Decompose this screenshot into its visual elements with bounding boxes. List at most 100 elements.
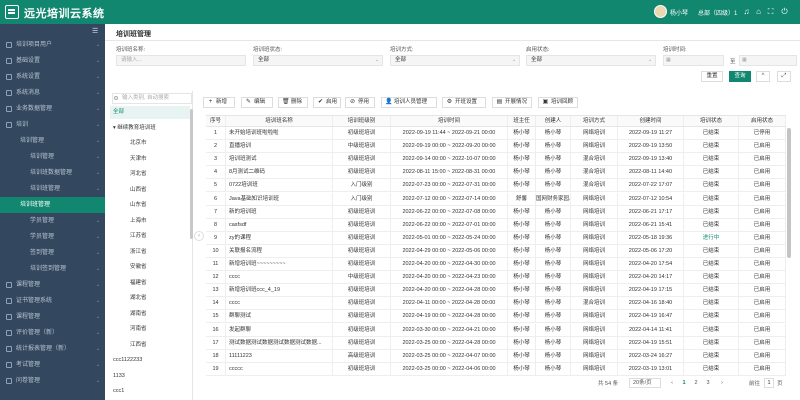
column-header[interactable]: 培训时间 <box>391 116 508 126</box>
table-row[interactable]: 9 zy的课程 初级班培训 2022-05-01 00:00 ~ 2022-05-24… <box>206 231 786 245</box>
toolbar-button[interactable]: 👤 培训人员管理 <box>381 97 437 108</box>
sidebar-item[interactable]: 培训项目用户 ⌄ <box>0 37 105 53</box>
goto-page-input[interactable]: 1 <box>764 378 774 388</box>
page-size-select[interactable]: 20条/页 <box>629 378 661 388</box>
tree-node[interactable]: 湖北省 <box>130 292 147 305</box>
training-mode-select[interactable]: 全部 <box>390 55 520 66</box>
sidebar-item[interactable]: 统计报表管理（新） ⌄ <box>0 341 105 357</box>
tree-node[interactable]: 全部 <box>110 106 190 119</box>
collapse-filter-button[interactable]: ^ <box>756 71 770 82</box>
start-date-input[interactable] <box>663 55 724 66</box>
toolbar-button[interactable]: ▤ 开展情况 <box>492 97 532 108</box>
toolbar-button[interactable]: ⚙ 开班设置 <box>442 97 486 108</box>
collapse-tree-button[interactable]: ‹ <box>194 231 204 241</box>
class-status-select[interactable]: 全部 <box>253 55 383 66</box>
sidebar-item[interactable]: 基础设置 ⌄ <box>0 53 105 69</box>
toolbar-button[interactable]: ✔ 启用 <box>313 97 341 108</box>
prev-page-button[interactable]: ‹ <box>667 379 677 388</box>
table-row[interactable]: 2 直播培训 中级班培训 2022-09-19 00:00 ~ 2022-09-20 … <box>206 140 786 154</box>
table-row[interactable]: 12 cccc 中级班培训 2022-04-20 00:00 ~ 2022-04-23… <box>206 271 786 285</box>
column-header[interactable]: 启用状态 <box>739 116 786 126</box>
tree-search-input[interactable]: 输入类别, 自动搜索 <box>112 93 192 104</box>
sidebar-item[interactable]: 系统设置 ⌄ <box>0 69 105 85</box>
tree-node[interactable]: 山东省 <box>130 199 147 212</box>
table-row[interactable]: 19 ccccc 初级班培训 2022-03-25 00:00 ~ 2022-04-0… <box>206 362 786 376</box>
sidebar-item[interactable]: 培训管理 ⌄ <box>0 149 105 165</box>
table-row[interactable]: 14 cccc 初级班培训 2022-04-11 00:00 ~ 2022-04-28… <box>206 297 786 311</box>
search-button[interactable]: 查询 <box>729 71 751 82</box>
tree-node[interactable]: ccc1122233 <box>113 354 142 367</box>
enable-status-select[interactable]: 全部 <box>526 55 656 66</box>
bell-icon[interactable]: ♫ <box>742 7 751 16</box>
sidebar-item[interactable]: 考试管理 ⌄ <box>0 357 105 373</box>
home-icon[interactable]: ⌂ <box>754 7 763 16</box>
tree-node[interactable]: 江西省 <box>130 339 147 352</box>
tree-node[interactable]: ▾ 继续教育培训班 <box>113 122 156 135</box>
toolbar-button[interactable]: 🗑 删除 <box>278 97 308 108</box>
tree-node[interactable]: 上海市 <box>130 215 147 228</box>
table-scrollbar[interactable] <box>787 128 791 258</box>
tree-node[interactable]: 河北省 <box>130 168 147 181</box>
tree-node[interactable]: 河南省 <box>130 323 147 336</box>
table-row[interactable]: 18 11111223 高级班培训 2022-03-25 00:00 ~ 2022-0… <box>206 349 786 363</box>
tree-node[interactable]: 安徽省 <box>130 261 147 274</box>
column-header[interactable]: 培训班级别 <box>333 116 391 126</box>
sidebar-item[interactable]: 证书管理系统 ⌄ <box>0 293 105 309</box>
sidebar-item[interactable]: 培训班数据管理 ⌄ <box>0 165 105 181</box>
sidebar-item[interactable]: 签到管理 ⌄ <box>0 245 105 261</box>
toolbar-button[interactable]: ▣ 培训回顾 <box>538 97 578 108</box>
tree-node[interactable]: 湖南省 <box>130 308 147 321</box>
tree-node[interactable]: 天津市 <box>130 153 147 166</box>
table-row[interactable]: 4 8月测试二维码 初级班培训 2022-08-11 15:00 ~ 2022-08-… <box>206 166 786 180</box>
next-page-button[interactable]: › <box>717 379 727 388</box>
tree-node[interactable]: 北京市 <box>130 137 147 150</box>
toolbar-button[interactable]: + 新增 <box>203 97 235 108</box>
sidebar-item[interactable]: 评价管理（新） ⌄ <box>0 325 105 341</box>
tree-node[interactable]: 江苏省 <box>130 230 147 243</box>
toolbar-button[interactable]: ⊘ 停用 <box>345 97 375 108</box>
sidebar-item[interactable]: 培训班管理 ⌄ <box>0 181 105 197</box>
page-number-button[interactable]: 3 <box>703 379 713 388</box>
user-role[interactable]: 总部（四级）1 <box>698 8 737 17</box>
column-header[interactable]: 序号 <box>206 116 226 126</box>
page-number-button[interactable]: 1 <box>679 379 689 388</box>
sidebar-item[interactable]: 培训 ⌄ <box>0 117 105 133</box>
tree-node[interactable]: 1133 <box>113 370 125 383</box>
table-row[interactable]: 17 测试数据测试数据测试数据测试数据... 初级班培训 2022-03-25 00:… <box>206 336 786 350</box>
table-row[interactable]: 15 群聊测试 初级班培训 2022-04-19 00:00 ~ 2022-04-28… <box>206 310 786 324</box>
tree-node[interactable]: 福建省 <box>130 277 147 290</box>
column-header[interactable]: 培训班名称 <box>226 116 333 126</box>
table-row[interactable]: 11 新增培训班~~~~~~~~~ 初级班培训 2022-04-20 00:00 ~ … <box>206 258 786 271</box>
table-row[interactable]: 8 casfsdf 初级班培训 2022-06-22 00:00 ~ 2022-07-… <box>206 218 786 232</box>
table-row[interactable]: 6 Java基础知识培训班 入门级别 2022-07-12 00:00 ~ 2022-… <box>206 192 786 206</box>
column-header[interactable]: 培训状态 <box>684 116 739 126</box>
sidebar-item[interactable]: 业务数据管理 ⌄ <box>0 101 105 117</box>
reset-button[interactable]: 重置 <box>701 71 723 82</box>
sidebar-item[interactable]: 课程管理 ⌄ <box>0 277 105 293</box>
table-row[interactable]: 16 发起群聊 初级班培训 2022-03-30 00:00 ~ 2022-04-21… <box>206 323 786 337</box>
tree-node[interactable]: ccc1 <box>113 385 124 398</box>
table-row[interactable]: 10 关联报名流程 初级班培训 2022-04-29 00:00 ~ 2022-05-… <box>206 244 786 258</box>
power-icon[interactable]: ⏻ <box>780 7 789 16</box>
tree-node[interactable]: 浙江省 <box>130 246 147 259</box>
sidebar-item[interactable]: 学员管理 ⌄ <box>0 213 105 229</box>
tree-scrollbar[interactable] <box>190 109 193 239</box>
avatar[interactable] <box>654 5 667 18</box>
sidebar-item[interactable]: 培训签到管理 ⌄ <box>0 261 105 277</box>
table-row[interactable]: 5 0722培训班 入门级别 2022-07-23 00:00 ~ 2022-07-3… <box>206 179 786 193</box>
menu-collapse-icon[interactable]: ☰ <box>92 27 102 35</box>
table-row[interactable]: 3 培训班测试 初级班培训 2022-09-14 00:00 ~ 2022-10-07… <box>206 153 786 167</box>
tree-node[interactable]: 山西省 <box>130 184 147 197</box>
sidebar-item[interactable]: 学员管理 ⌄ <box>0 229 105 245</box>
table-row[interactable]: 7 新的培训班 初级班培训 2022-06-22 00:00 ~ 2022-07-08… <box>206 205 786 219</box>
table-row[interactable]: 13 新增培训班ccc_4_19 初级班培训 2022-04-20 00:00 ~ 2… <box>206 284 786 298</box>
column-header[interactable]: 班主任 <box>508 116 536 126</box>
sidebar-item[interactable]: 问卷管理 ⌄ <box>0 373 105 389</box>
end-date-input[interactable] <box>739 55 797 66</box>
fullscreen-icon[interactable]: ⛶ <box>766 7 775 16</box>
sidebar-item[interactable]: 系统消息 ⌄ <box>0 85 105 101</box>
page-number-button[interactable]: 2 <box>691 379 701 388</box>
sidebar-item[interactable]: 培训管理 ⌄ <box>0 133 105 149</box>
user-name[interactable]: 杨小琴 <box>670 8 688 17</box>
sidebar-item[interactable]: 课程管理 ⌄ <box>0 309 105 325</box>
